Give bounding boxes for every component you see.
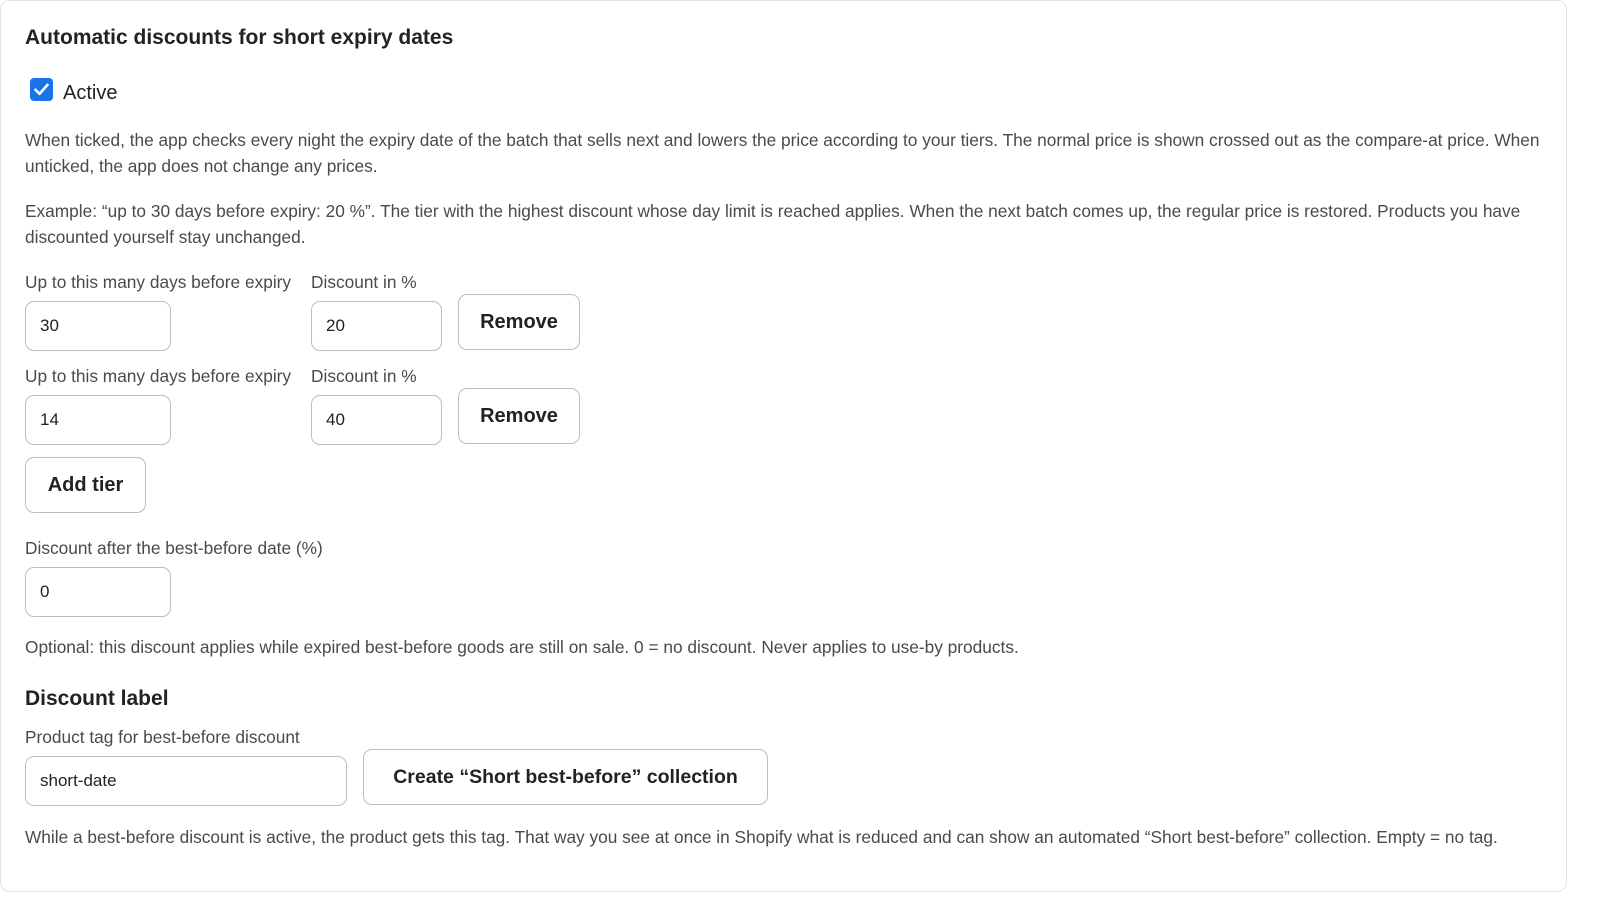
active-checkbox[interactable] — [30, 78, 53, 101]
tier-1-discount-label: Discount in % — [311, 272, 417, 292]
discount-settings-card: Automatic discounts for short expiry dat… — [0, 0, 1567, 892]
product-tag-label: Product tag for best-before discount — [25, 727, 300, 747]
after-bbd-discount-input[interactable] — [25, 567, 171, 617]
tier-2-discount-label: Discount in % — [311, 366, 417, 386]
create-collection-button[interactable]: Create “Short best-before” collection — [363, 749, 768, 805]
checkmark-icon — [34, 83, 49, 96]
tier-1-remove-button[interactable]: Remove — [458, 294, 580, 350]
active-checkbox-label[interactable]: Active — [63, 82, 117, 105]
discount-label-section-title: Discount label — [25, 687, 169, 710]
tier-1-days-label: Up to this many days before expiry — [25, 272, 292, 292]
tier-1-discount-input[interactable] — [311, 301, 442, 351]
tier-example-description: Example: “up to 30 days before expiry: 2… — [25, 201, 1521, 247]
after-bbd-discount-label: Discount after the best-before date (%) — [25, 538, 323, 558]
tier-2-discount-input[interactable] — [311, 395, 442, 445]
tier-1-days-input[interactable] — [25, 301, 171, 351]
tier-2-days-input[interactable] — [25, 395, 171, 445]
tier-2-days-label: Up to this many days before expiry — [25, 366, 292, 386]
after-bbd-help: Optional: this discount applies while ex… — [25, 637, 1019, 657]
active-description: When ticked, the app checks every night … — [25, 130, 1540, 176]
page-title: Automatic discounts for short expiry dat… — [25, 26, 454, 49]
tier-2-remove-button[interactable]: Remove — [458, 388, 580, 444]
product-tag-input[interactable] — [25, 756, 347, 806]
product-tag-help: While a best-before discount is active, … — [25, 827, 1498, 847]
add-tier-button[interactable]: Add tier — [25, 457, 146, 513]
